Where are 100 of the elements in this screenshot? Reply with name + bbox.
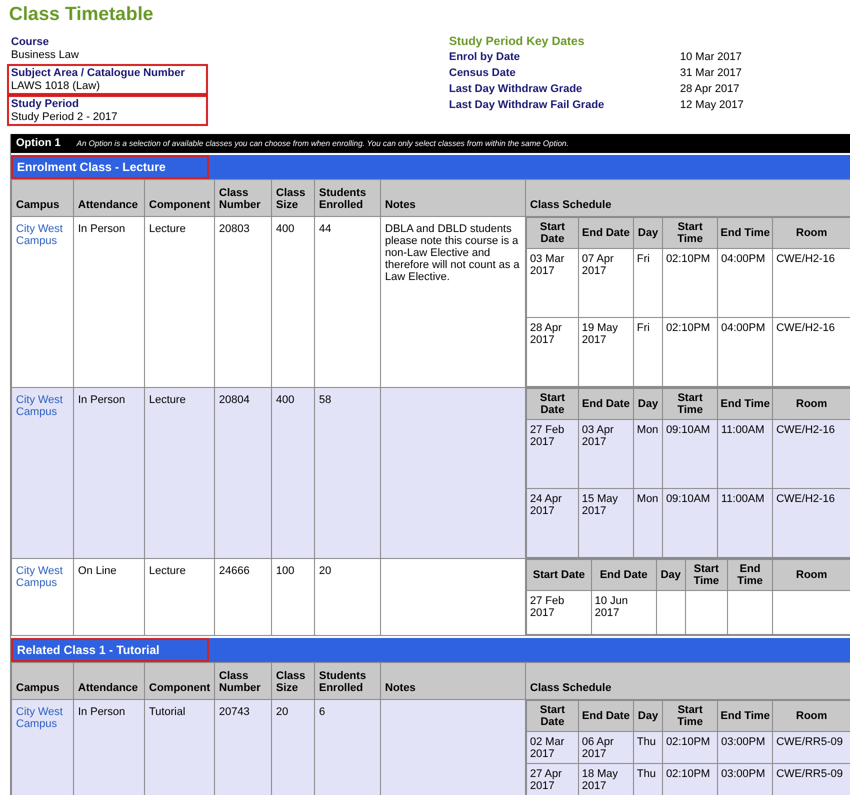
table-cell: 6 [319,706,326,718]
column-header: Start Date [540,704,565,728]
table-cell: 27 Feb 2017 [530,595,564,619]
table-cell: 24 Apr 2017 [530,493,562,517]
column-header: Campus [16,199,60,211]
column-header: End Time [720,710,770,722]
table-cell: 03 Mar 2017 [530,253,564,277]
date-label: Last Day Withdraw Grade [449,82,584,97]
table-cell: 03:00PM [721,736,766,748]
field-value: Study Period 2 - 2017 [11,111,118,123]
field-value: LAWS 1018 (Law) [11,80,101,92]
table-cell: 11:00AM [721,424,764,436]
column-header: Day [638,710,658,722]
table-cell: On Line [78,565,117,577]
column-header: Class Number [219,187,262,211]
column-header: Room [796,569,828,581]
column-header: Class Size [276,670,306,694]
table-cell: 15 May 2017 [582,493,618,517]
date-value: 10 Mar 2017 [680,50,742,65]
column-header: Attendance [78,682,139,694]
option-label: Option 1 [16,136,61,152]
table-cell: 02 Mar 2017 [530,736,564,760]
campus-link[interactable]: City West Campus [16,394,69,418]
table-cell: Mon [636,493,658,505]
field-label: Subject Area / Catalogue Number [11,67,186,80]
date-label: Last Day Withdraw Fail Grade [449,98,606,113]
table-cell: 27 Feb 2017 [530,424,564,448]
table-cell: CWE/RR5-09 [776,768,843,780]
column-header: Class Schedule [530,199,612,211]
table-cell: CWE/H2-16 [776,322,835,334]
table-cell: 28 Apr 2017 [530,322,562,346]
column-header: Class Number [219,670,262,694]
column-header: Start Date [540,392,565,416]
column-header: Start Time [677,221,703,245]
table-cell: 04:00PM [721,322,766,334]
table-cell: 02:10PM [666,322,710,334]
table-cell: 02:10PM [666,253,710,265]
table-cell: CWE/H2-16 [776,424,835,436]
table-cell: 09:10AM [666,424,710,436]
column-header: Room [796,398,828,410]
table-cell: Fri [636,253,650,265]
option-note: An Option is a selection of available classes you can choose from when enrolling. You can only select classes from within the same Option. [76,138,569,150]
table-cell: Thu [636,768,656,780]
column-header: End Date [600,569,648,581]
page-title: Class Timetable [8,3,154,26]
table-cell: 18 May 2017 [582,768,618,792]
table-cell: 27 Apr 2017 [530,768,562,792]
column-header: End Time [737,563,763,587]
table-cell: 10 Jun 2017 [594,595,628,619]
column-header: End Date [582,710,630,722]
table-cell: 44 [319,223,332,235]
table-cell: 03 Apr 2017 [582,424,614,448]
table-cell: 58 [319,394,332,406]
table-cell: Mon [636,424,658,436]
column-header: Students Enrolled [319,670,368,694]
table-cell: 20 [319,565,332,577]
table-cell: Lecture [149,394,186,406]
table-cell: Lecture [149,565,186,577]
table-cell: 400 [276,223,294,235]
column-header: End Time [720,227,770,239]
table-cell: In Person [78,394,126,406]
table-cell: In Person [78,223,126,235]
column-header: Start Date [532,569,585,581]
field-value: Business Law [11,49,80,61]
table-cell: CWE/H2-16 [776,253,835,265]
table-cell: Fri [636,322,650,334]
table-cell: In Person [78,706,126,718]
table-cell: 20743 [219,706,250,718]
table-cell: Tutorial [149,706,186,718]
column-header: Start Time [677,704,703,728]
key-dates-title: Study Period Key Dates [449,34,586,49]
date-value: 31 Mar 2017 [680,66,742,81]
column-header: Component [149,682,210,694]
column-header: Start Time [677,392,703,416]
column-header: End Time [720,398,770,410]
table-cell: 07 Apr 2017 [582,253,614,277]
column-header: Class Schedule [530,682,612,694]
column-header: Campus [16,682,60,694]
date-value: 12 May 2017 [680,98,744,113]
date-label: Enrol by Date [449,50,521,65]
field-label: Study Period [11,98,80,111]
table-cell: 03:00PM [721,768,766,780]
campus-link[interactable]: City West Campus [16,223,69,247]
table-cell: 24666 [219,565,250,577]
table-cell: 04:00PM [721,253,766,265]
column-header: Day [638,398,658,410]
table-cell: CWE/RR5-09 [776,736,843,748]
column-header: Room [796,227,828,239]
table-cell: 100 [276,565,294,577]
column-header: Day [660,569,681,581]
column-header: Attendance [78,199,139,211]
column-header: Notes [385,199,417,211]
section-title: Enrolment Class - Lecture [11,155,209,179]
table-cell: 19 May 2017 [582,322,618,346]
table-cell: CWE/H2-16 [776,493,835,505]
table-cell: 09:10AM [666,493,710,505]
column-header: Start Time [694,563,720,587]
table-cell: 20803 [219,223,250,235]
column-header: Students Enrolled [319,187,368,211]
column-header: End Date [582,398,630,410]
